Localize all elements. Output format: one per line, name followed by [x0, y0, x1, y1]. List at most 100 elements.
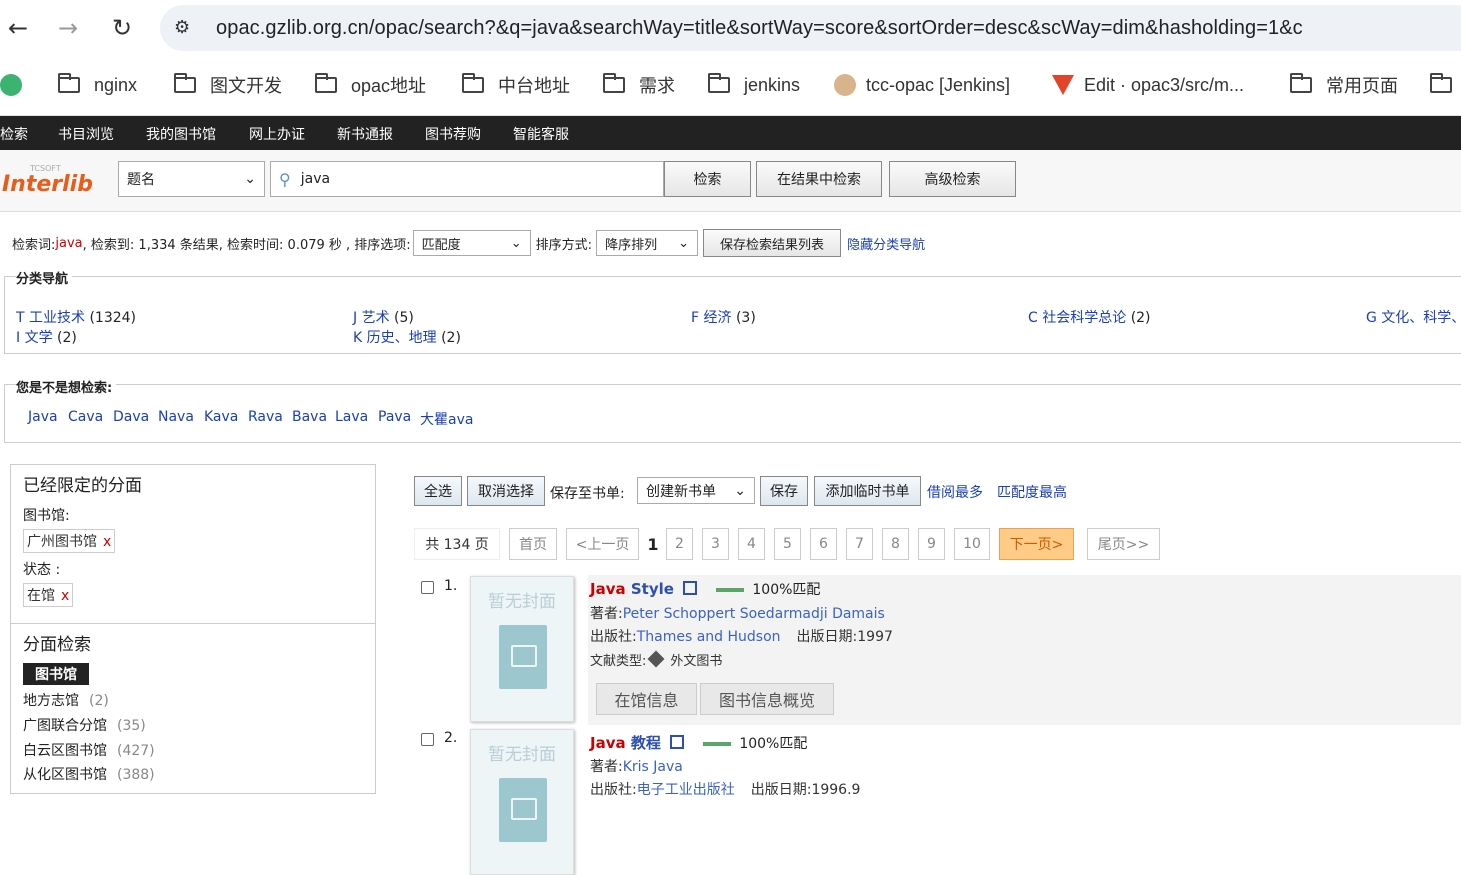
search-input[interactable]: ⚲ java [270, 161, 664, 197]
book-cover[interactable]: 暂无封面 [470, 729, 574, 875]
nav-browse[interactable]: 书目浏览 [58, 124, 114, 144]
facet-search-title: 分面检索 [23, 635, 91, 655]
reload-icon[interactable]: ↻ [104, 10, 140, 46]
address-bar[interactable]: ⚙ opac.gzlib.org.cn/opac/search?&q=java&… [160, 5, 1461, 51]
category-item[interactable]: J 艺术 (5) [353, 307, 414, 327]
bookmark-changyong[interactable]: 常用页面 [1290, 70, 1398, 100]
bookmark-zhongtai[interactable]: 中台地址 [462, 70, 570, 100]
back-icon[interactable]: ← [0, 10, 36, 46]
category-item[interactable]: G 文化、科学、 [1366, 307, 1461, 327]
facet-item[interactable]: 广图联合分馆 (35) [23, 715, 146, 735]
suggest-link[interactable]: Nava [158, 409, 194, 425]
page-link[interactable]: 10 [954, 528, 990, 560]
suggest-link[interactable]: Kava [204, 409, 238, 425]
booklist-select[interactable]: 创建新书单 ⌄ [637, 477, 755, 504]
bookmark-gitlab[interactable]: Edit · opac3/src/m... [1052, 70, 1244, 100]
remove-library-filter[interactable]: x [103, 534, 111, 550]
top-navigation: 检索 书目浏览 我的图书馆 网上办证 新书通报 图书荐购 智能客服 [0, 116, 1461, 150]
nav-new-books[interactable]: 新书通报 [337, 124, 393, 144]
bookmark-jenkins[interactable]: jenkins [708, 70, 800, 100]
open-new-window-icon[interactable] [683, 581, 698, 595]
category-item[interactable]: F 经济 (3) [691, 307, 756, 327]
status-label: 状态 : [23, 562, 61, 578]
folder-icon [1430, 73, 1452, 93]
best-match-link[interactable]: 匹配度最高 [997, 482, 1067, 502]
nav-my-library[interactable]: 我的图书馆 [146, 124, 216, 144]
advanced-search-button[interactable]: 高级检索 [889, 161, 1016, 197]
page-link[interactable]: 9 [918, 528, 945, 560]
bookmark-tuwen[interactable]: 图文开发 [174, 70, 282, 100]
prev-page-button[interactable]: <上一页 [566, 528, 639, 560]
suggest-link[interactable]: Java [28, 409, 58, 425]
category-item[interactable]: K 历史、地理 (2) [353, 327, 461, 347]
facet-item[interactable]: 地方志馆 (2) [23, 690, 109, 710]
save-booklist-button[interactable]: 保存 [760, 476, 808, 506]
result-checkbox[interactable] [421, 581, 434, 594]
category-item[interactable]: C 社会科学总论 (2) [1028, 307, 1151, 327]
nav-service[interactable]: 智能客服 [513, 124, 569, 144]
result-title[interactable]: Java 教程 100%匹配 [590, 732, 807, 753]
bookmark-favicon-icon[interactable] [0, 70, 22, 100]
search-in-results-button[interactable]: 在结果中检索 [756, 161, 882, 197]
search-field-select[interactable]: 题名 ⌄ [118, 161, 265, 197]
suggest-link[interactable]: 大瞿ava [420, 409, 473, 429]
book-type-icon [647, 650, 665, 668]
suggest-link[interactable]: Lava [335, 409, 368, 425]
bookmark-opac[interactable]: opac地址 [315, 70, 426, 100]
forward-icon[interactable]: → [50, 10, 86, 46]
suggest-link[interactable]: Rava [248, 409, 283, 425]
last-page-button[interactable]: 尾页>> [1087, 528, 1160, 560]
facet-item[interactable]: 从化区图书馆 (388) [23, 764, 155, 784]
category-item[interactable]: I 文学 (2) [16, 327, 77, 347]
author-link[interactable]: Kris Java [623, 759, 683, 775]
author-link[interactable]: Peter Schoppert Soedarmadji Damais [623, 606, 885, 622]
page-link[interactable]: 3 [702, 528, 729, 560]
suggest-link[interactable]: Dava [113, 409, 149, 425]
suggest-link[interactable]: Pava [378, 409, 411, 425]
bookmark-tcc-opac[interactable]: tcc-opac [Jenkins] [834, 70, 1010, 100]
category-item[interactable]: T 工业技术 (1324) [16, 307, 136, 327]
nav-card[interactable]: 网上办证 [249, 124, 305, 144]
first-page-button[interactable]: 首页 [509, 528, 557, 560]
deselect-button[interactable]: 取消选择 [467, 476, 545, 506]
hide-category-nav-link[interactable]: 隐藏分类导航 [847, 234, 925, 253]
result-number: 1. [444, 578, 458, 594]
site-settings-icon[interactable]: ⚙ [174, 17, 190, 38]
next-page-button[interactable]: 下一页> [999, 528, 1074, 560]
publisher-link[interactable]: 电子工业出版社 [637, 782, 735, 798]
nav-search[interactable]: 检索 [0, 124, 28, 144]
nav-recommend[interactable]: 图书荐购 [425, 124, 481, 144]
save-results-button[interactable]: 保存检索结果列表 [703, 229, 842, 257]
page-link[interactable]: 7 [846, 528, 873, 560]
remove-status-filter[interactable]: x [61, 588, 69, 604]
result-title[interactable]: Java Style 100%匹配 [590, 579, 820, 599]
publisher-link[interactable]: Thames and Hudson [637, 629, 781, 645]
page-link[interactable]: 5 [774, 528, 801, 560]
url-text[interactable]: opac.gzlib.org.cn/opac/search?&q=java&se… [216, 17, 1303, 40]
page-link[interactable]: 8 [882, 528, 909, 560]
suggest-link[interactable]: Bava [292, 409, 327, 425]
bookmark-more[interactable] [1430, 70, 1461, 100]
sort-option-select[interactable]: 匹配度 ⌄ [412, 230, 531, 256]
holding-info-tab[interactable]: 在馆信息 [596, 683, 697, 715]
bookmark-nginx[interactable]: nginx [58, 70, 137, 100]
page-link[interactable]: 4 [738, 528, 765, 560]
open-new-window-icon[interactable] [670, 735, 685, 749]
page-link[interactable]: 2 [666, 528, 693, 560]
sort-order-select[interactable]: 降序排列 ⌄ [596, 230, 699, 256]
suggest-title: 您是不是想检索: [16, 377, 117, 396]
suggest-link[interactable]: Cava [68, 409, 103, 425]
bookmark-xuqiu[interactable]: 需求 [603, 70, 675, 100]
page-link[interactable]: 6 [810, 528, 837, 560]
match-bar [716, 587, 745, 592]
most-borrowed-link[interactable]: 借阅最多 [927, 482, 983, 502]
book-cover[interactable]: 暂无封面 [470, 576, 574, 722]
facet-item[interactable]: 白云区图书馆 (427) [23, 740, 155, 760]
book-overview-tab[interactable]: 图书信息概览 [700, 683, 834, 715]
result-checkbox[interactable] [421, 733, 434, 746]
search-button[interactable]: 检索 [664, 161, 751, 197]
gitlab-icon [1052, 75, 1074, 95]
search-row: TCSOFT Interlib 题名 ⌄ ⚲ java 检索 在结果中检索 高级检… [0, 150, 1461, 212]
select-all-button[interactable]: 全选 [414, 476, 462, 506]
add-temp-list-button[interactable]: 添加临时书单 [814, 476, 921, 506]
